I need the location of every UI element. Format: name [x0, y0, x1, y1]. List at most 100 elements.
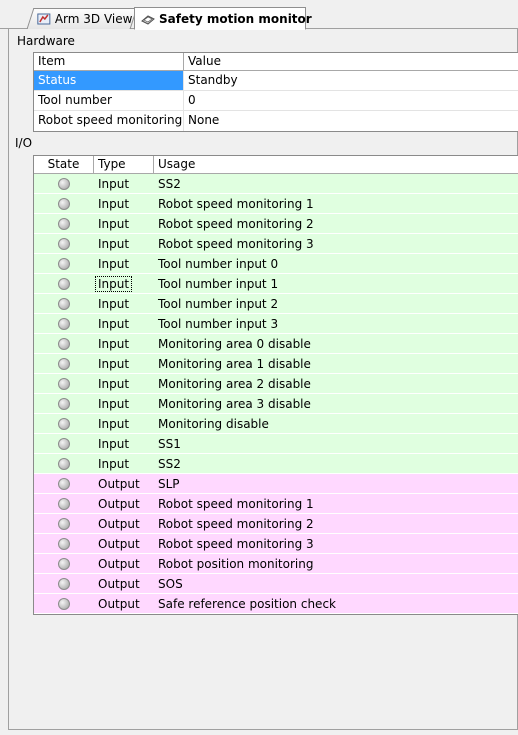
usage-cell[interactable]: SS2 — [154, 454, 518, 473]
usage-cell[interactable]: Monitoring area 3 disable — [154, 394, 518, 413]
usage-cell[interactable]: Safe reference position check — [154, 594, 518, 613]
io-row[interactable]: Input Robot speed monitoring 2 — [34, 214, 518, 234]
usage-cell[interactable]: Robot speed monitoring 1 — [154, 494, 518, 513]
type-cell[interactable]: Output — [94, 494, 154, 513]
type-cell[interactable]: Input — [94, 434, 154, 453]
table-row[interactable]: Tool number 0 — [34, 91, 518, 111]
type-cell[interactable]: Input — [94, 294, 154, 313]
io-row[interactable]: Output Safe reference position check — [34, 594, 518, 614]
hardware-item-cell[interactable]: Tool number — [34, 91, 184, 110]
io-row[interactable]: Input Tool number input 2 — [34, 294, 518, 314]
type-cell[interactable]: Input — [94, 234, 154, 253]
state-led-icon — [58, 237, 70, 250]
hardware-value-cell[interactable]: Standby — [184, 71, 518, 90]
table-row[interactable]: Status Standby — [34, 71, 518, 91]
type-cell[interactable]: Input — [94, 394, 154, 413]
usage-cell[interactable]: SLP — [154, 474, 518, 493]
usage-cell[interactable]: Tool number input 3 — [154, 314, 518, 333]
usage-cell[interactable]: Robot speed monitoring 3 — [154, 534, 518, 553]
type-cell[interactable]: Input — [94, 314, 154, 333]
type-cell[interactable]: Input — [94, 454, 154, 473]
io-grid[interactable]: State Type Usage Input SS2 Input Robot spee… — [33, 155, 518, 615]
type-cell[interactable]: Input — [94, 334, 154, 353]
type-cell[interactable]: Output — [94, 474, 154, 493]
type-cell[interactable]: Output — [94, 594, 154, 613]
type-cell[interactable]: Input — [94, 174, 154, 193]
hardware-grid[interactable]: Item Value Status Standby Tool number 0 … — [33, 52, 518, 132]
io-row[interactable]: Output Robot speed monitoring 1 — [34, 494, 518, 514]
usage-cell[interactable]: Monitoring area 1 disable — [154, 354, 518, 373]
type-cell[interactable]: Input — [94, 414, 154, 433]
hardware-value-cell[interactable]: 0 — [184, 91, 518, 110]
type-cell[interactable]: Input — [94, 254, 154, 273]
io-row[interactable]: Input Tool number input 1 — [34, 274, 518, 294]
usage-cell[interactable]: SS2 — [154, 174, 518, 193]
state-led-icon — [58, 437, 70, 450]
column-header-item[interactable]: Item — [34, 53, 184, 70]
type-cell[interactable]: Input — [94, 274, 154, 293]
hardware-item-cell[interactable]: Status — [34, 71, 184, 90]
type-cell[interactable]: Input — [94, 214, 154, 233]
usage-cell[interactable]: Robot speed monitoring 2 — [154, 214, 518, 233]
type-cell[interactable]: Output — [94, 514, 154, 533]
type-label: Input — [98, 177, 130, 191]
io-row[interactable]: Input Robot speed monitoring 3 — [34, 234, 518, 254]
state-led-icon — [58, 317, 70, 330]
state-cell — [34, 234, 94, 253]
table-row[interactable]: Robot speed monitoring None — [34, 111, 518, 131]
io-row[interactable]: Input Robot speed monitoring 1 — [34, 194, 518, 214]
type-cell[interactable]: Output — [94, 534, 154, 553]
type-label: Input — [94, 276, 133, 292]
io-row[interactable]: Input SS1 — [34, 434, 518, 454]
type-label: Input — [98, 257, 130, 271]
usage-cell[interactable]: Robot speed monitoring 3 — [154, 234, 518, 253]
io-row[interactable]: Input Monitoring disable — [34, 414, 518, 434]
state-led-icon — [58, 217, 70, 230]
io-row[interactable]: Output SOS — [34, 574, 518, 594]
state-led-icon — [58, 477, 70, 490]
io-row[interactable]: Output Robot speed monitoring 2 — [34, 514, 518, 534]
column-header-type[interactable]: Type — [94, 156, 154, 173]
usage-cell[interactable]: SOS — [154, 574, 518, 593]
tab-safety-motion-monitor[interactable]: Safety motion monitor — [134, 7, 312, 30]
tab-arm-3d-view[interactable]: Arm 3D View — [26, 8, 138, 29]
usage-cell[interactable]: SS1 — [154, 434, 518, 453]
type-cell[interactable]: Input — [94, 194, 154, 213]
column-header-value[interactable]: Value — [184, 53, 518, 70]
io-row[interactable]: Output Robot position monitoring — [34, 554, 518, 574]
hardware-item-cell[interactable]: Robot speed monitoring — [34, 111, 184, 131]
usage-cell[interactable]: Monitoring disable — [154, 414, 518, 433]
io-row[interactable]: Input Tool number input 3 — [34, 314, 518, 334]
safety-motion-monitor-panel: Hardware Item Value Status Standby Tool … — [8, 29, 518, 730]
usage-cell[interactable]: Monitoring area 0 disable — [154, 334, 518, 353]
type-label: Input — [98, 297, 130, 311]
column-header-state[interactable]: State — [34, 156, 94, 173]
state-cell — [34, 454, 94, 473]
io-row[interactable]: Input Tool number input 0 — [34, 254, 518, 274]
usage-cell[interactable]: Tool number input 1 — [154, 274, 518, 293]
usage-cell[interactable]: Robot position monitoring — [154, 554, 518, 573]
type-cell[interactable]: Output — [94, 554, 154, 573]
type-cell[interactable]: Input — [94, 374, 154, 393]
io-row[interactable]: Output Robot speed monitoring 3 — [34, 534, 518, 554]
usage-cell[interactable]: Robot speed monitoring 1 — [154, 194, 518, 213]
state-cell — [34, 354, 94, 373]
usage-cell[interactable]: Monitoring area 2 disable — [154, 374, 518, 393]
state-led-icon — [58, 537, 70, 550]
io-row[interactable]: Input SS2 — [34, 174, 518, 194]
io-row[interactable]: Input Monitoring area 3 disable — [34, 394, 518, 414]
hardware-value-cell[interactable]: None — [184, 111, 518, 131]
type-cell[interactable]: Output — [94, 574, 154, 593]
io-row[interactable]: Input Monitoring area 1 disable — [34, 354, 518, 374]
io-row[interactable]: Output SLP — [34, 474, 518, 494]
io-row[interactable]: Input Monitoring area 0 disable — [34, 334, 518, 354]
usage-cell[interactable]: Tool number input 0 — [154, 254, 518, 273]
io-row[interactable]: Input SS2 — [34, 454, 518, 474]
usage-cell[interactable]: Robot speed monitoring 2 — [154, 514, 518, 533]
state-led-icon — [58, 577, 70, 590]
state-cell — [34, 554, 94, 573]
io-row[interactable]: Input Monitoring area 2 disable — [34, 374, 518, 394]
usage-cell[interactable]: Tool number input 2 — [154, 294, 518, 313]
column-header-usage[interactable]: Usage — [154, 156, 518, 173]
type-cell[interactable]: Input — [94, 354, 154, 373]
